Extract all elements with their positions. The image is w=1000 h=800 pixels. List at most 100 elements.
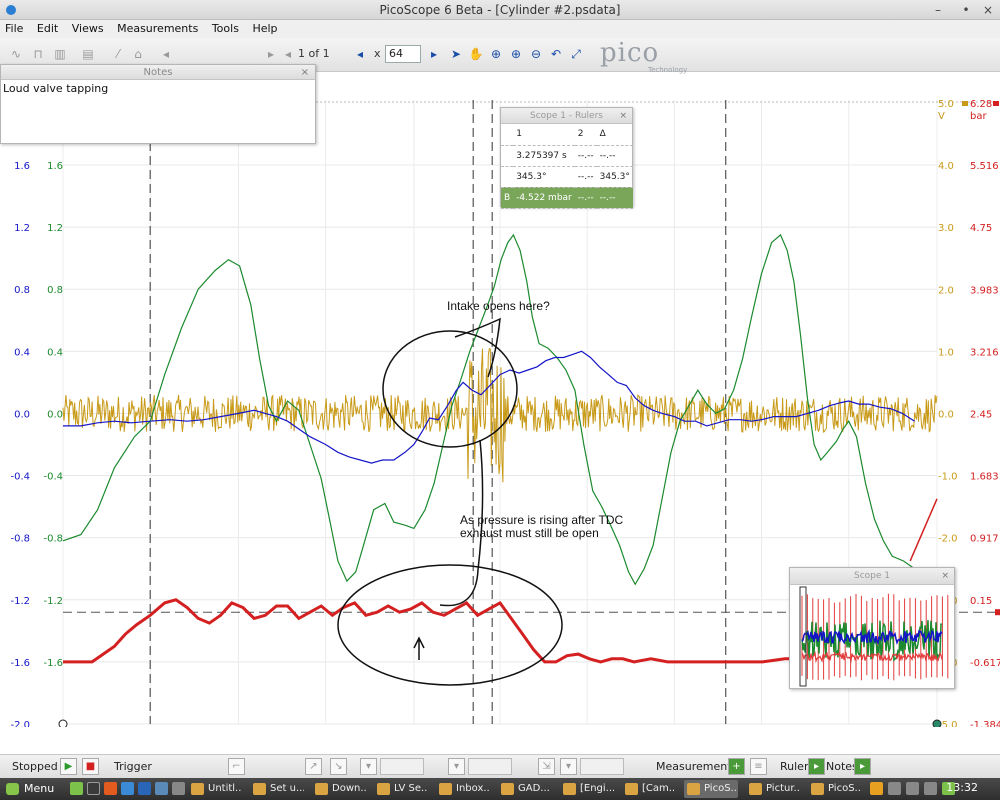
rulers-toggle-button[interactable]: ▸ <box>808 758 825 775</box>
rulers-row-channel-b[interactable]: B -4.522 mbar --.-- --.-- <box>501 187 633 209</box>
trigger-edge-icon[interactable]: ↗ <box>305 758 322 775</box>
tray-dropbox-icon[interactable] <box>870 782 883 795</box>
taskbar-item[interactable]: Untitl... <box>188 780 242 798</box>
axis-b-tick-label: 1.683 <box>970 472 999 483</box>
rulers-cell: 3.275397 s <box>513 145 575 167</box>
trigger-edge-falling-icon[interactable]: ↘ <box>330 758 347 775</box>
show-desktop-icon[interactable] <box>70 782 83 795</box>
pretrigger-icon[interactable]: ⇲ <box>538 758 555 775</box>
app-launcher-icon-2[interactable] <box>172 782 185 795</box>
notes-window[interactable]: Notes × Loud valve tapping <box>0 64 316 144</box>
taskbar-item[interactable]: PicoS... <box>808 780 862 798</box>
pretrigger-select-icon[interactable]: ▾ <box>560 758 577 775</box>
rulers-window[interactable]: Scope 1 - Rulers × 1 2 Δ 3.275397 s --.-… <box>500 107 633 209</box>
menu-measurements[interactable]: Measurements <box>112 20 203 35</box>
firefox-icon[interactable] <box>104 782 117 795</box>
logo-subtext: Technology <box>648 66 688 74</box>
prev-arrow-icon[interactable]: ◂ <box>158 46 174 62</box>
zoom-in-icon[interactable]: ⊕ <box>508 46 524 62</box>
scope-mode-icon[interactable]: ∿ <box>8 46 24 62</box>
next-arrow-icon[interactable]: ▸ <box>263 46 279 62</box>
threshold-icon[interactable]: ▾ <box>448 758 465 775</box>
minimize-button[interactable]: – <box>930 2 946 18</box>
persistence-mode-icon[interactable]: ⊓ <box>30 46 46 62</box>
select-tool-icon[interactable]: ➤ <box>448 46 464 62</box>
rulers-cell <box>501 166 514 188</box>
zoom-next-icon[interactable]: ▸ <box>426 46 442 62</box>
menu-tools[interactable]: Tools <box>207 20 244 35</box>
zoom-input[interactable]: 64 <box>385 45 421 63</box>
trigger-source-icon[interactable]: ▾ <box>360 758 377 775</box>
bar-chart-icon[interactable]: ▤ <box>80 46 96 62</box>
taskbar-item-label: LV Se... <box>394 783 428 794</box>
start-menu-button[interactable]: Menu <box>2 780 60 798</box>
thumbnail-close-button[interactable]: × <box>941 568 949 585</box>
hand-tool-icon[interactable]: ✋ <box>468 46 484 62</box>
zoom-fit-icon[interactable]: ⤢ <box>568 46 584 62</box>
axis-d-unit: V <box>938 111 945 122</box>
rulers-row-time[interactable]: 3.275397 s --.-- --.-- <box>501 145 633 167</box>
tray-music-icon[interactable] <box>888 782 901 795</box>
menu-views[interactable]: Views <box>67 20 109 35</box>
zoom-icon[interactable]: ⊕ <box>488 46 504 62</box>
start-button[interactable]: ▶ <box>60 758 77 775</box>
close-button[interactable]: × <box>980 2 996 18</box>
threshold-input[interactable] <box>468 758 512 775</box>
menu-help[interactable]: Help <box>247 20 282 35</box>
notes-toggle-button[interactable]: ▸ <box>854 758 871 775</box>
annotation-pressure-line2: exhaust must still be open <box>460 526 599 540</box>
trigger-source-select[interactable] <box>380 758 424 775</box>
taskbar-item[interactable]: [Cam... <box>622 780 676 798</box>
thumbnail-waveform[interactable] <box>790 585 954 688</box>
axis-d-tick-label: 4.0 <box>938 161 954 172</box>
menu-edit[interactable]: Edit <box>32 20 63 35</box>
window-icon <box>563 783 576 795</box>
window-icon <box>253 783 266 795</box>
taskbar-item-label: [Cam... <box>642 783 676 794</box>
home-icon[interactable]: ⌂ <box>130 46 146 62</box>
zoom-out-icon[interactable]: ⊖ <box>528 46 544 62</box>
stopped-label: Stopped <box>12 760 58 773</box>
window-title: PicoScope 6 Beta - [Cylinder #2.psdata] <box>379 3 621 17</box>
app-launcher-icon[interactable] <box>155 782 168 795</box>
tray-network-icon[interactable] <box>906 782 919 795</box>
files-icon[interactable] <box>121 782 134 795</box>
menu-file[interactable]: File <box>0 20 28 35</box>
dropbox-icon[interactable] <box>138 782 151 795</box>
zoom-prev-icon[interactable]: ◂ <box>352 46 368 62</box>
rulers-header: Scope 1 - Rulers × <box>501 108 632 124</box>
rulers-row-angle[interactable]: 345.3° --.-- 345.3° <box>501 166 633 188</box>
taskbar-item[interactable]: Inbox... <box>436 780 490 798</box>
window-icon <box>191 783 204 795</box>
taskbar-item[interactable]: Set u... <box>250 780 304 798</box>
tray-volume-icon[interactable] <box>924 782 937 795</box>
x-tick-label: 249.2 <box>136 726 165 727</box>
taskbar-item[interactable]: GAD... <box>498 780 552 798</box>
undo-zoom-icon[interactable]: ↶ <box>548 46 564 62</box>
spectrum-mode-icon[interactable]: ▥ <box>52 46 68 62</box>
rulers-close-button[interactable]: × <box>619 108 627 124</box>
prev-page-icon[interactable]: ◂ <box>280 46 296 62</box>
rulers-cell: --.-- <box>574 187 597 209</box>
taskbar-item-active[interactable]: PicoS... <box>684 780 738 798</box>
maximize-button[interactable]: • <box>958 2 974 18</box>
rulers-table: 1 2 Δ 3.275397 s --.-- --.-- 345.3° --.-… <box>501 124 633 209</box>
notes-text[interactable]: Loud valve tapping <box>1 80 315 97</box>
trigger-mode-icon[interactable]: ⌐ <box>228 758 245 775</box>
axis-d-tick-label: -2.0 <box>938 534 958 545</box>
notes-close-button[interactable]: × <box>301 65 309 80</box>
stop-button[interactable]: ■ <box>82 758 99 775</box>
taskbar-item[interactable]: Down... <box>312 780 366 798</box>
add-measurement-button[interactable]: + <box>728 758 745 775</box>
terminal-icon[interactable] <box>87 782 100 795</box>
axis-a-tick-label: -0.8 <box>10 534 30 545</box>
probe-icon[interactable]: ⁄ <box>110 46 126 62</box>
axis-b-tick-label: 6.28 <box>970 100 992 110</box>
taskbar-item-label: [Engi... <box>580 783 614 794</box>
scope-thumbnail-window[interactable]: Scope 1 × <box>789 567 955 689</box>
pretrigger-input[interactable] <box>580 758 624 775</box>
taskbar-item[interactable]: Pictur... <box>746 780 800 798</box>
edit-measurement-button[interactable]: ≡ <box>750 758 767 775</box>
taskbar-item[interactable]: [Engi... <box>560 780 614 798</box>
taskbar-item[interactable]: LV Se... <box>374 780 428 798</box>
